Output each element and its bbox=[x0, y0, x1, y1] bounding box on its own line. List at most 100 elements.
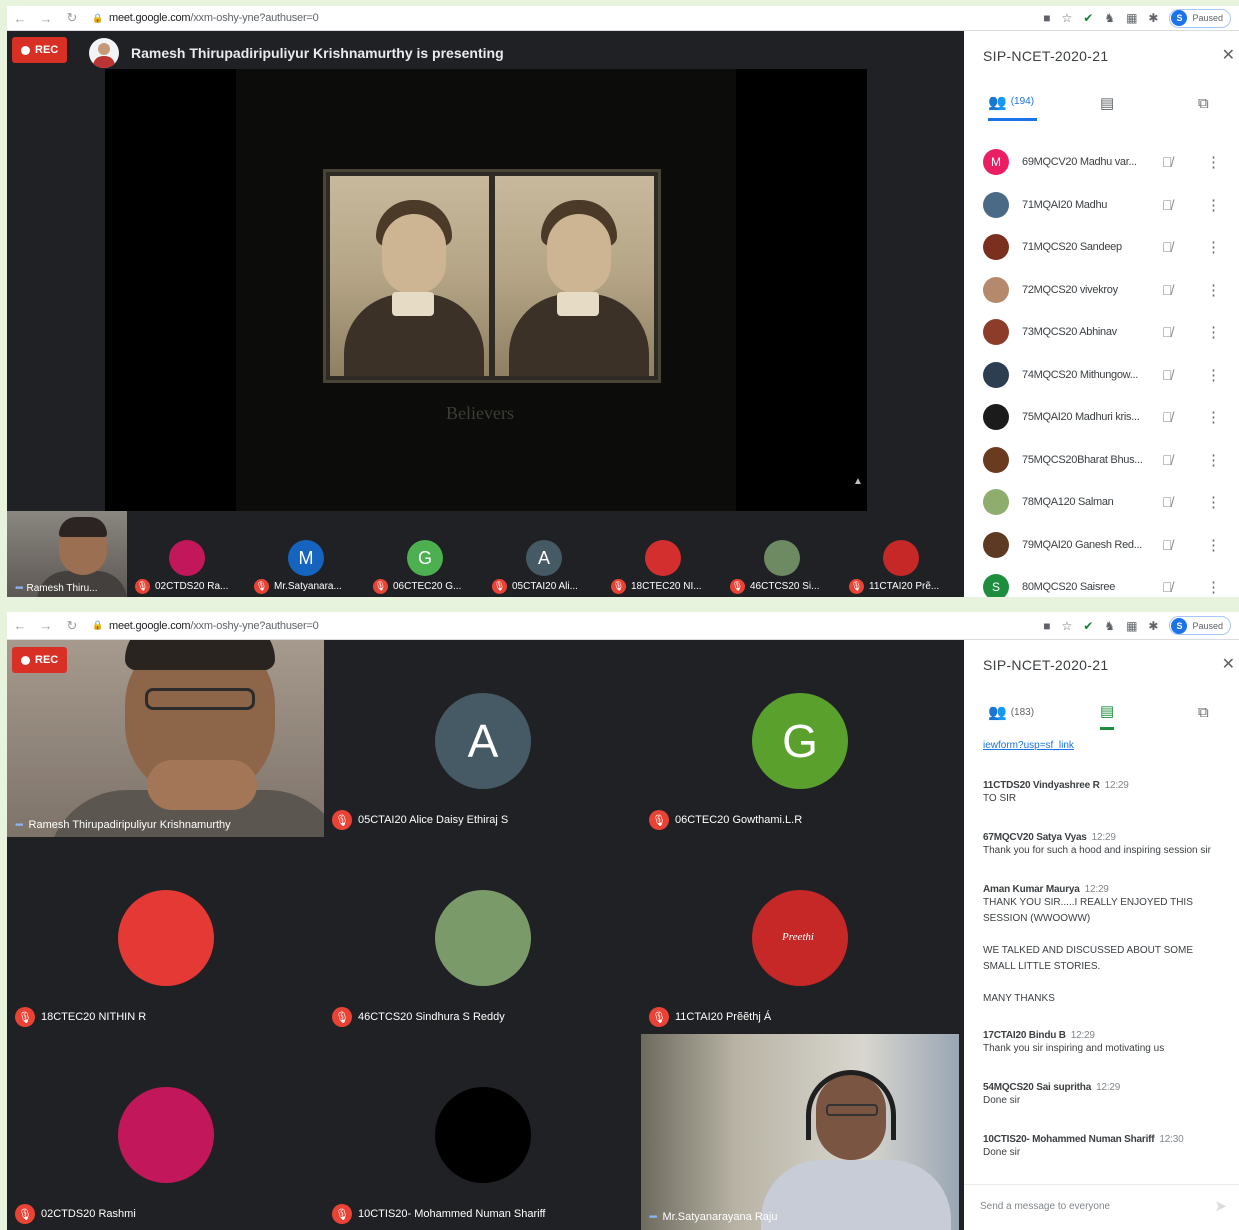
address-bar[interactable]: meet.google.com/xxm-oshy-yne?authuser=0 bbox=[109, 12, 319, 24]
tab-people[interactable]: 👥 (183) bbox=[988, 694, 1034, 730]
participant-row[interactable]: 78MQA120 Salman 🎙̸ ⋮ bbox=[964, 481, 1239, 523]
participant-row[interactable]: 72MQCS20 vivekroy 🎙̸ ⋮ bbox=[964, 269, 1239, 311]
chat-link[interactable]: iewform?usp=sf_link bbox=[983, 740, 1074, 751]
address-bar[interactable]: meet.google.com/xxm-oshy-yne?authuser=0 bbox=[109, 620, 319, 632]
more-options-icon[interactable]: ⋮ bbox=[1206, 281, 1221, 299]
participant-name: 78MQA120 Salman bbox=[1022, 496, 1114, 508]
more-options-icon[interactable]: ⋮ bbox=[1206, 578, 1221, 596]
lock-icon[interactable]: 🔒 bbox=[91, 13, 105, 24]
tab-activities[interactable]: ⧉ bbox=[1198, 85, 1209, 121]
presentation-slide: Believers bbox=[236, 69, 736, 511]
camera-icon[interactable]: ■ bbox=[1043, 11, 1050, 25]
reload-icon[interactable]: ↻ bbox=[59, 10, 85, 26]
participant-row[interactable]: 75MQCS20Bharat Bhus... 🎙̸ ⋮ bbox=[964, 439, 1239, 481]
message-time: 12:29 bbox=[1104, 780, 1129, 791]
participant-row[interactable]: 71MQAI20 Madhu 🎙̸ ⋮ bbox=[964, 184, 1239, 226]
back-icon[interactable]: ← bbox=[7, 11, 33, 26]
grid-extension-icon[interactable]: ▦ bbox=[1126, 619, 1137, 633]
message-sender: 10CTIS20- Mohammed Numan Shariff 12:30 bbox=[983, 1134, 1233, 1145]
puzzle-icon[interactable]: ✱ bbox=[1148, 11, 1158, 25]
more-options-icon[interactable]: ⋮ bbox=[1206, 238, 1221, 256]
more-options-icon[interactable]: ⋮ bbox=[1206, 493, 1221, 511]
video-tile-camera-guest[interactable]: ••• Mr.Satyanarayana Raju bbox=[641, 1034, 959, 1230]
camera-icon[interactable]: ■ bbox=[1043, 619, 1050, 633]
mic-off-icon[interactable]: 🎙̸ bbox=[1162, 367, 1173, 383]
participant-row[interactable]: 79MQAI20 Ganesh Red... 🎙̸ ⋮ bbox=[964, 524, 1239, 566]
back-icon[interactable]: ← bbox=[7, 618, 33, 633]
mic-off-icon[interactable]: 🎙̸ bbox=[1162, 579, 1173, 595]
more-options-icon[interactable]: ⋮ bbox=[1206, 408, 1221, 426]
chat-message: 54MQCS20 Sai supritha 12:29 Done sir bbox=[983, 1082, 1233, 1109]
participant-tile[interactable]: 🎙 18CTEC20 NI... bbox=[603, 511, 722, 597]
star-icon[interactable]: ☆ bbox=[1061, 11, 1072, 25]
self-video-tile[interactable]: ••• Ramesh Thiru... bbox=[7, 511, 127, 597]
participant-avatar bbox=[764, 540, 800, 576]
close-icon[interactable]: ✕ bbox=[1222, 45, 1235, 65]
star-icon[interactable]: ☆ bbox=[1061, 619, 1072, 633]
participant-tile[interactable]: 🎙 02CTDS20 Ra... bbox=[127, 511, 246, 597]
participant-tile[interactable]: M 🎙 Mr.Satyanara... bbox=[246, 511, 365, 597]
participant-row[interactable]: S 80MQCS20 Saisree 🎙̸ ⋮ bbox=[964, 566, 1239, 597]
participant-tile[interactable]: A 🎙 05CTAI20 Ali... bbox=[484, 511, 603, 597]
people-icon: 👥 bbox=[988, 93, 1007, 111]
mic-off-icon[interactable]: 🎙̸ bbox=[1162, 324, 1173, 340]
send-icon[interactable]: ➤ bbox=[1214, 1197, 1227, 1215]
check-extension-icon[interactable]: ✔ bbox=[1083, 11, 1093, 25]
profile-button[interactable]: S Paused bbox=[1169, 616, 1231, 635]
participant-row[interactable]: M 69MQCV20 Madhu var... 🎙̸ ⋮ bbox=[964, 141, 1239, 183]
video-tile[interactable]: 🎙 10CTIS20- Mohammed Numan Shariff bbox=[324, 1034, 641, 1230]
mic-off-icon[interactable]: 🎙̸ bbox=[1162, 282, 1173, 298]
forward-icon[interactable]: → bbox=[33, 618, 59, 633]
mic-off-icon[interactable]: 🎙̸ bbox=[1162, 154, 1173, 170]
participant-avatar bbox=[983, 276, 1009, 303]
participant-row[interactable]: 75MQAI20 Madhuri kris... 🎙̸ ⋮ bbox=[964, 396, 1239, 438]
message-sender: 17CTAI20 Bindu B 12:29 bbox=[983, 1030, 1233, 1041]
puzzle-icon[interactable]: ✱ bbox=[1148, 619, 1158, 633]
close-icon[interactable]: ✕ bbox=[1222, 654, 1235, 674]
video-tile[interactable]: G 🎙 06CTEC20 Gowthami.L.R bbox=[641, 640, 958, 837]
forward-icon[interactable]: → bbox=[33, 11, 59, 26]
video-tile[interactable]: 🎙 46CTCS20 Sindhura S Reddy bbox=[324, 837, 641, 1034]
participant-tile[interactable]: 🎙 11CTAI20 Prẽ... bbox=[841, 511, 960, 597]
mouse-cursor-icon: ▲ bbox=[853, 476, 863, 487]
participant-row[interactable]: 71MQCS20 Sandeep 🎙̸ ⋮ bbox=[964, 226, 1239, 268]
tile-name: Mr.Satyanara... bbox=[274, 581, 342, 592]
extension-icon[interactable]: ♞ bbox=[1104, 11, 1115, 25]
participant-row[interactable]: 73MQCS20 Abhinav 🎙̸ ⋮ bbox=[964, 311, 1239, 353]
video-tile[interactable]: A 🎙 05CTAI20 Alice Daisy Ethiraj S bbox=[324, 640, 641, 837]
grid-extension-icon[interactable]: ▦ bbox=[1126, 11, 1137, 25]
mic-off-icon[interactable]: 🎙̸ bbox=[1162, 537, 1173, 553]
more-options-icon[interactable]: ⋮ bbox=[1206, 196, 1221, 214]
video-tile[interactable]: Preethi 🎙 11CTAI20 Prẽẽthj Á bbox=[641, 837, 958, 1034]
message-text: Done sir bbox=[983, 1147, 1021, 1158]
mic-off-icon[interactable]: 🎙̸ bbox=[1162, 494, 1173, 510]
tab-people[interactable]: 👥 (194) bbox=[988, 85, 1037, 121]
video-tile[interactable]: 🎙 18CTEC20 NITHIN R bbox=[7, 837, 324, 1034]
participant-row[interactable]: 74MQCS20 Mithungow... 🎙̸ ⋮ bbox=[964, 354, 1239, 396]
check-extension-icon[interactable]: ✔ bbox=[1083, 619, 1093, 633]
participant-tile[interactable]: 🎙 46CTCS20 Si... bbox=[722, 511, 841, 597]
participant-tile[interactable]: G 🎙 06CTEC20 G... bbox=[365, 511, 484, 597]
speaking-dots-icon: ••• bbox=[15, 583, 23, 594]
tile-name: Ramesh Thirupadiripuliyur Krishnamurthy bbox=[28, 819, 231, 831]
more-options-icon[interactable]: ⋮ bbox=[1206, 536, 1221, 554]
mic-off-icon[interactable]: 🎙̸ bbox=[1162, 239, 1173, 255]
people-count: (194) bbox=[1010, 96, 1035, 107]
message-sender: 54MQCS20 Sai supritha 12:29 bbox=[983, 1082, 1233, 1093]
tab-chat[interactable]: ▤ bbox=[1100, 85, 1114, 121]
reload-icon[interactable]: ↻ bbox=[59, 618, 85, 634]
more-options-icon[interactable]: ⋮ bbox=[1206, 451, 1221, 469]
mic-off-icon[interactable]: 🎙̸ bbox=[1162, 409, 1173, 425]
video-tile[interactable]: 🎙 02CTDS20 Rashmi bbox=[7, 1034, 324, 1230]
profile-button[interactable]: S Paused bbox=[1169, 8, 1231, 28]
more-options-icon[interactable]: ⋮ bbox=[1206, 323, 1221, 341]
mic-off-icon[interactable]: 🎙̸ bbox=[1162, 452, 1173, 468]
tab-activities[interactable]: ⧉ bbox=[1198, 694, 1209, 730]
extension-icon[interactable]: ♞ bbox=[1104, 619, 1115, 633]
chat-input[interactable]: Send a message to everyone ➤ bbox=[964, 1184, 1239, 1230]
tab-chat[interactable]: ▤ bbox=[1100, 694, 1115, 730]
more-options-icon[interactable]: ⋮ bbox=[1206, 366, 1221, 384]
mic-off-icon[interactable]: 🎙̸ bbox=[1162, 197, 1173, 213]
more-options-icon[interactable]: ⋮ bbox=[1206, 153, 1221, 171]
lock-icon[interactable]: 🔒 bbox=[91, 620, 105, 631]
